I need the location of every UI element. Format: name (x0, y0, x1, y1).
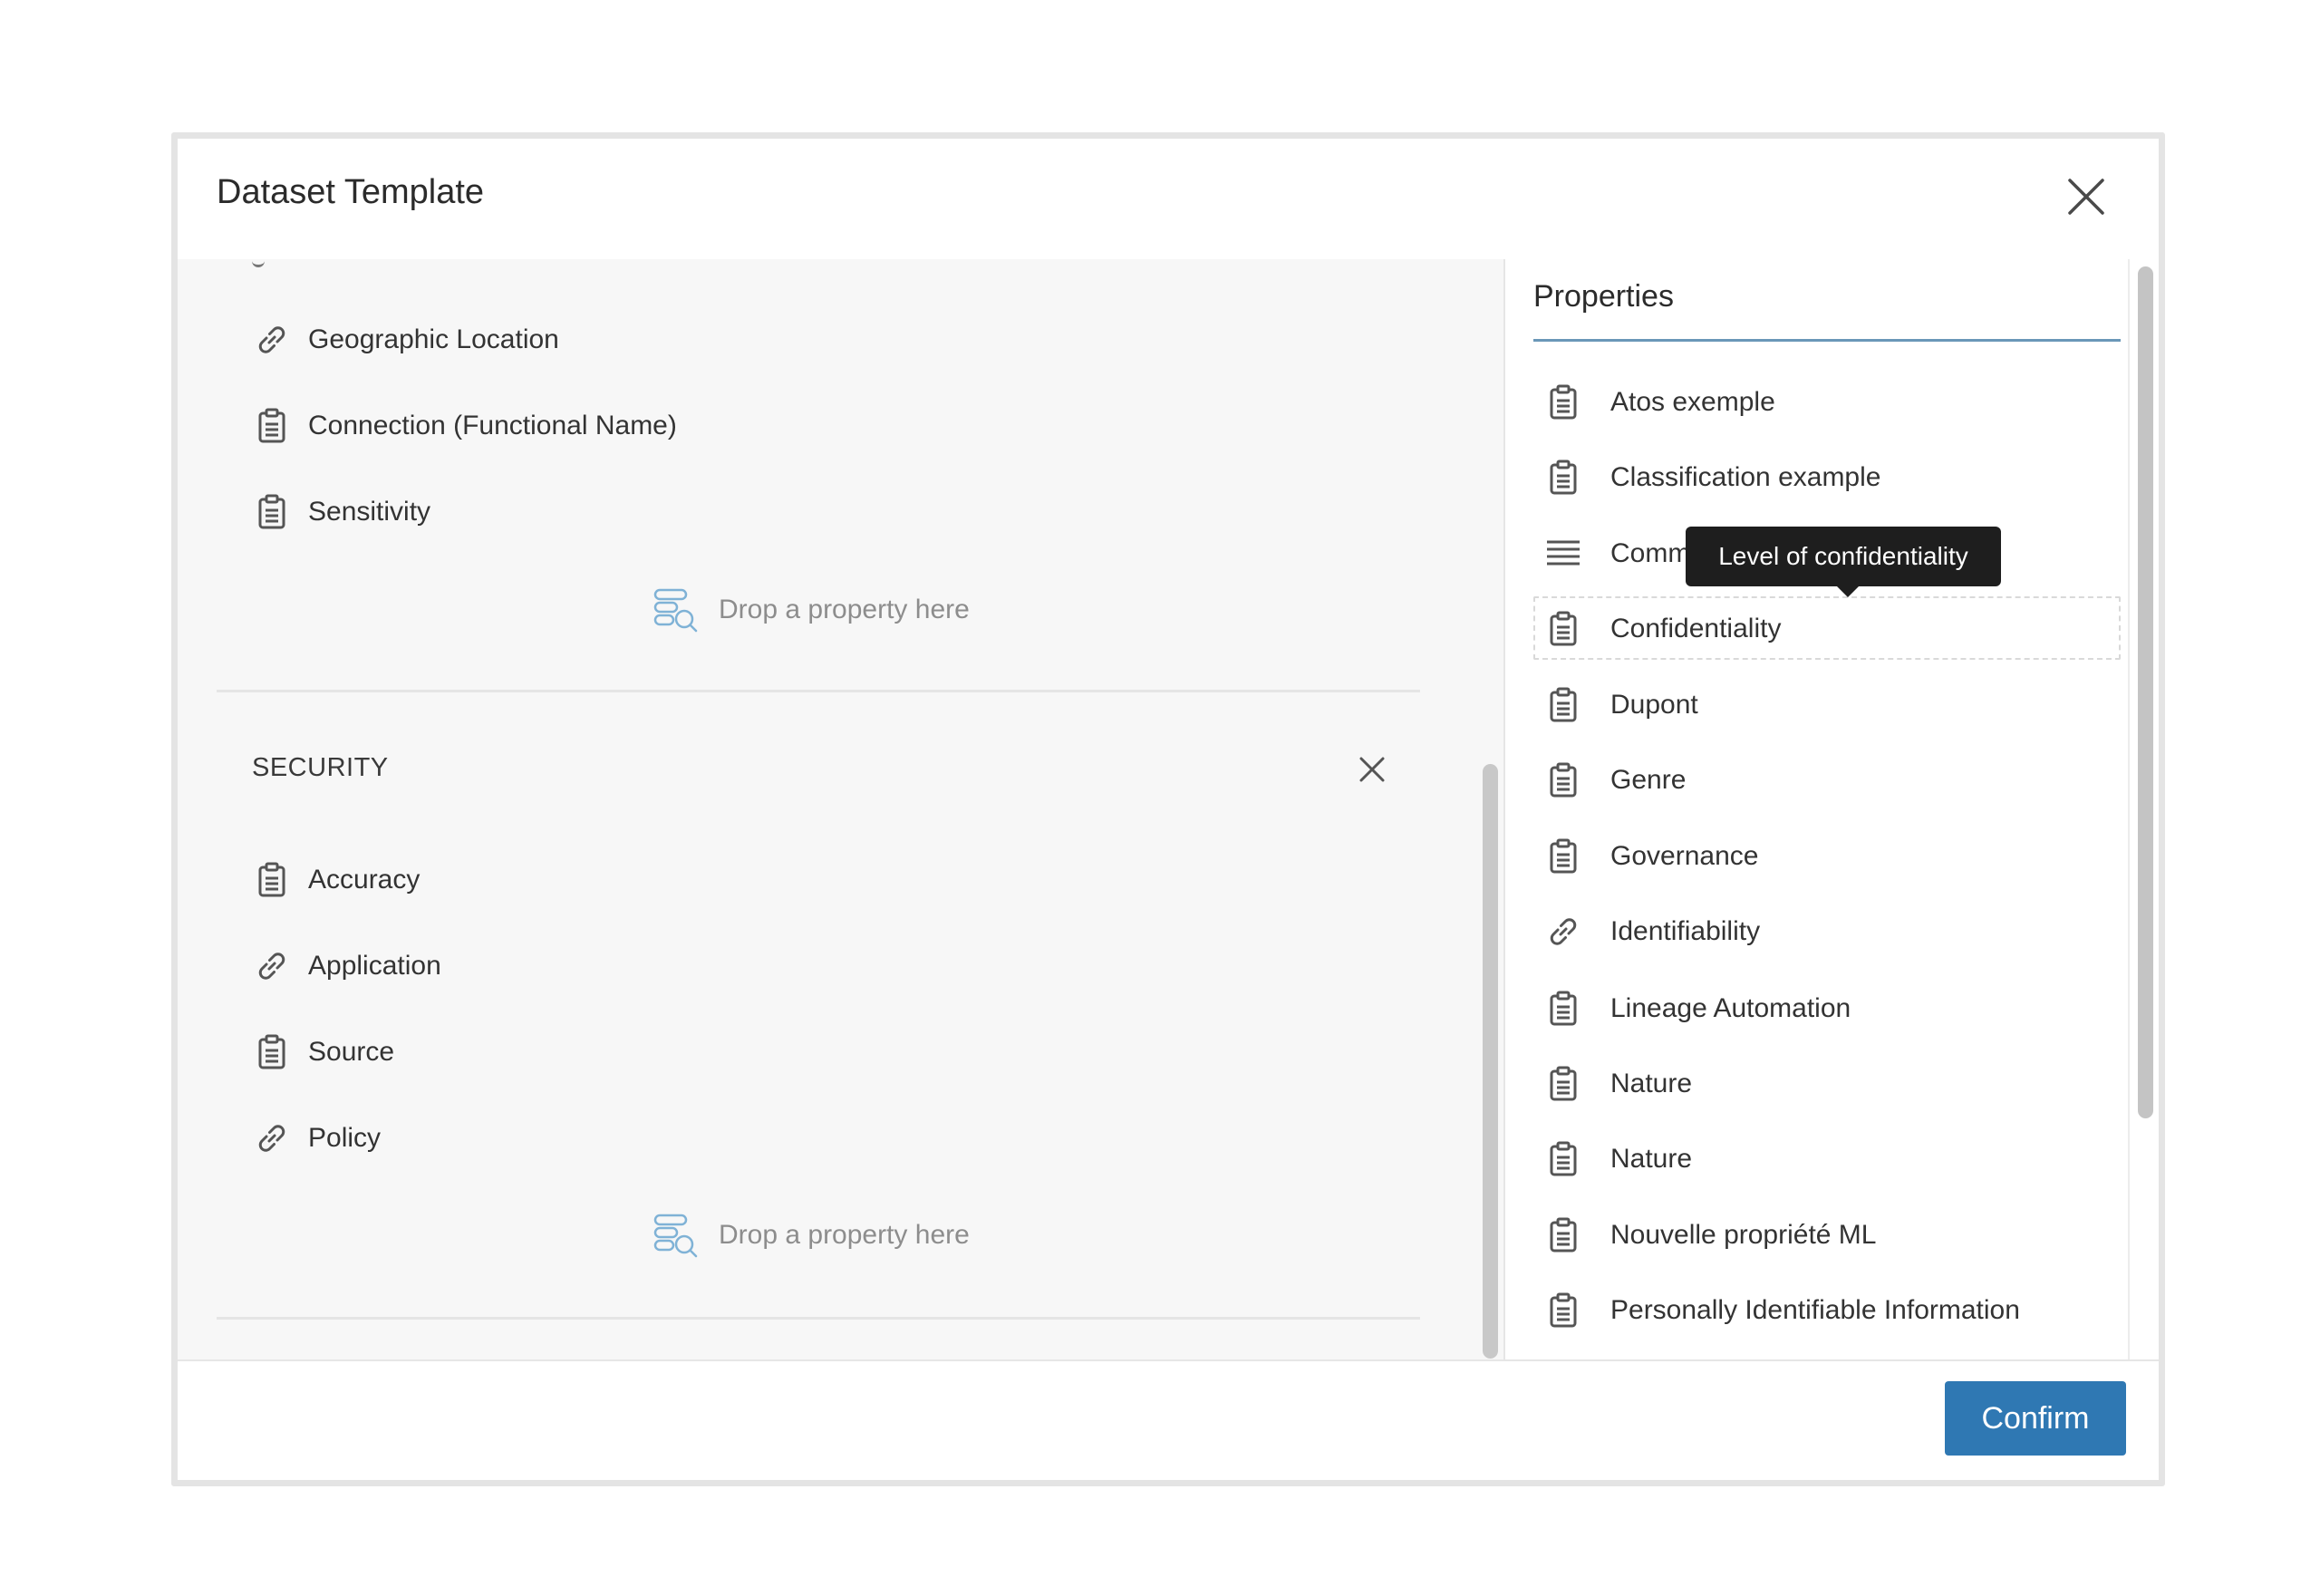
list-lines-icon (1543, 534, 1583, 574)
property-item[interactable]: Nature (1543, 1132, 1692, 1186)
right-scrollbar-track (2128, 259, 2130, 1368)
property-tooltip: Level of confidentiality (1686, 527, 2001, 597)
property-item[interactable]: Governance (1543, 829, 1758, 884)
template-item[interactable]: Sensitivity (252, 485, 430, 539)
modal-title: Dataset Template (217, 173, 485, 211)
template-item[interactable]: Policy (252, 1111, 381, 1166)
property-item[interactable]: Dupont (1543, 678, 1698, 732)
property-label: Personally Identifiable Information (1610, 1295, 2020, 1325)
confirm-button[interactable]: Confirm (1945, 1381, 2126, 1456)
section-divider (217, 690, 1420, 692)
properties-title: Properties (1533, 279, 1674, 314)
clipboard-icon (1543, 382, 1583, 422)
clipboard-icon (252, 406, 292, 446)
template-item-label: Connection (Functional Name) (308, 411, 677, 440)
clipboard-icon (252, 1032, 292, 1072)
template-item-label: Source (308, 1037, 395, 1067)
clipped-item-remnant (252, 259, 265, 267)
modal-header: Dataset Template (178, 139, 2159, 261)
template-item[interactable]: Accuracy (252, 853, 420, 907)
property-label: Dupont (1610, 690, 1698, 720)
template-sections-pane: Geographic Location Connection (Function… (178, 259, 1479, 1368)
property-label: Lineage Automation (1610, 993, 1851, 1023)
clipboard-icon (1543, 989, 1583, 1029)
clipboard-icon (1543, 837, 1583, 876)
template-item[interactable]: Application (252, 939, 441, 993)
property-label: Classification example (1610, 462, 1881, 492)
template-item-label: Accuracy (308, 865, 420, 895)
property-item[interactable]: Genre (1543, 753, 1686, 808)
template-item-label: Geographic Location (308, 324, 559, 354)
left-scrollbar[interactable] (1479, 259, 1503, 1368)
right-scrollbar-thumb[interactable] (2138, 266, 2153, 1118)
clipboard-icon (1543, 760, 1583, 800)
clipboard-icon (1543, 1064, 1583, 1104)
template-item[interactable]: Connection (Functional Name) (252, 399, 677, 453)
property-item[interactable]: Confidentiality (1543, 602, 1781, 656)
section-divider (217, 1317, 1420, 1320)
template-item-label: Sensitivity (308, 497, 431, 527)
section-title: SECURITY (252, 753, 389, 782)
property-label: Nature (1610, 1069, 1693, 1098)
property-item[interactable]: Comme (1543, 527, 1706, 581)
link-icon (252, 320, 292, 360)
property-item[interactable]: Nature (1543, 1057, 1692, 1111)
link-icon (252, 1118, 292, 1158)
property-item[interactable]: Atos exemple (1543, 375, 1775, 430)
clipboard-icon (1543, 1291, 1583, 1330)
close-icon (2068, 179, 2104, 215)
clipboard-icon (1543, 1215, 1583, 1255)
clipboard-icon (252, 492, 292, 532)
drop-zone-label: Drop a property here (719, 595, 970, 624)
property-label: Nouvelle propriété ML (1610, 1220, 1877, 1250)
clipboard-icon (1543, 609, 1583, 649)
property-item[interactable]: Personally Identifiable Information (1543, 1283, 2020, 1338)
property-item[interactable]: Nouvelle propriété ML (1543, 1208, 1876, 1262)
clipboard-icon (1543, 685, 1583, 725)
template-item-label: Application (308, 951, 441, 981)
property-label: Genre (1610, 765, 1687, 795)
modal-footer: Confirm (178, 1359, 2159, 1480)
drop-zone[interactable]: Drop a property here (652, 581, 970, 639)
link-icon (252, 946, 292, 986)
link-icon (1543, 912, 1583, 952)
template-item[interactable]: Geographic Location (252, 313, 559, 367)
properties-pane: Properties Atos exemple Classification e… (1505, 259, 2159, 1368)
property-label: Atos exemple (1610, 387, 1775, 417)
drop-property-icon (652, 1212, 699, 1259)
clipboard-icon (1543, 458, 1583, 498)
property-label: Identifiability (1610, 916, 1761, 946)
property-label: Confidentiality (1610, 614, 1782, 643)
clipboard-icon (1543, 1139, 1583, 1179)
modal-body: Geographic Location Connection (Function… (178, 259, 2159, 1368)
template-item[interactable]: Source (252, 1025, 394, 1079)
remove-section-button[interactable] (1356, 753, 1388, 786)
property-item[interactable]: Lineage Automation (1543, 982, 1851, 1036)
dataset-template-modal: Dataset Template Geographic Location Con… (171, 132, 2165, 1486)
drop-zone-label: Drop a property here (719, 1220, 970, 1250)
properties-title-underline (1533, 339, 2121, 342)
template-item-label: Policy (308, 1123, 382, 1153)
property-item[interactable]: Identifiability (1543, 904, 1760, 959)
close-icon (1359, 757, 1385, 782)
property-label: Governance (1610, 841, 1759, 871)
property-item[interactable]: Classification example (1543, 450, 1880, 505)
clipboard-icon (252, 860, 292, 900)
close-modal-button[interactable] (2064, 175, 2108, 218)
drop-property-icon (652, 586, 699, 634)
property-label: Nature (1610, 1144, 1693, 1174)
left-scrollbar-thumb[interactable] (1483, 764, 1498, 1359)
drop-zone[interactable]: Drop a property here (652, 1206, 970, 1264)
